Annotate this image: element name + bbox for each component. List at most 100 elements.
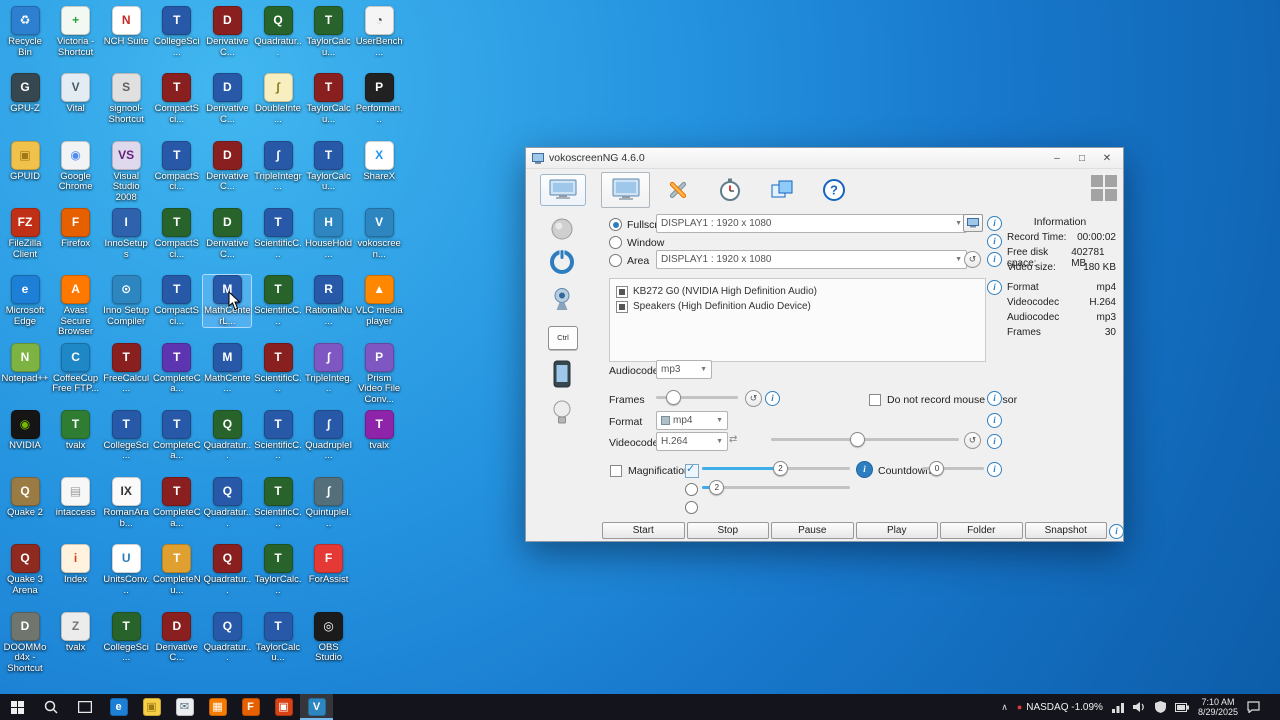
frames-reset-button[interactable]: ↺ (745, 390, 762, 407)
desktop-icon-recycle-bin[interactable]: ♻Recycle Bin (1, 6, 49, 58)
desktop-icon-quadrature-calculator[interactable]: QQuadratur... (203, 410, 251, 462)
desktop-icon-freecalculus[interactable]: TFreeCalcul... (102, 343, 150, 395)
desktop-icon-firefox[interactable]: FFirefox (52, 208, 100, 250)
desktop-icon-visual-studio-2008[interactable]: VSVisual Studio 2008 (102, 141, 150, 204)
desktop-icon-avast-secure-browser[interactable]: AAvast Secure Browser (52, 275, 100, 338)
taskbar-app-app-orange[interactable]: ▦ (201, 694, 234, 720)
start-button[interactable]: Start (602, 522, 685, 539)
desktop-icon-intaccess[interactable]: ▤intaccess (52, 477, 100, 519)
format-select[interactable]: mp4▼ (656, 411, 728, 430)
desktop-icon-derivative-calculator[interactable]: DDerivativeC... (203, 141, 251, 193)
desktop-icon-victoria[interactable]: +Victoria -Shortcut (52, 6, 100, 58)
audio-device-checkbox[interactable] (616, 301, 628, 313)
desktop-icon-taylor-calculator[interactable]: TTaylorCalcu... (254, 612, 302, 664)
videocodec-reset-button[interactable]: ↺ (964, 432, 981, 449)
desktop-icon-triple-integral-calc[interactable]: ∫TripleInteg... (305, 343, 353, 395)
desktop-icon-google-chrome[interactable]: ◉Google Chrome (52, 141, 100, 193)
sidebar-sphere-icon[interactable] (551, 218, 573, 243)
desktop-icon-quintuple-integral-calc[interactable]: ∫QuintupleI... (305, 477, 353, 529)
desktop-icon-coffeecup-free-ftp[interactable]: CCoffeeCup Free FTP... (52, 343, 100, 395)
desktop-icon-scientific-calculator[interactable]: TScientificC... (254, 410, 302, 462)
desktop-icon-compact-scientific-calc[interactable]: TCompactSci... (153, 275, 201, 327)
frames-slider[interactable] (656, 390, 738, 405)
desktop-icon-scientific-calculator[interactable]: TScientificC... (254, 275, 302, 327)
desktop-icon-complete-calculator[interactable]: TCompleteCa... (153, 343, 201, 395)
fullscreen-radio[interactable] (609, 218, 622, 231)
desktop-icon-tvalx-green[interactable]: Ttvalx (52, 410, 100, 452)
sidebar-smartphone-icon[interactable] (553, 360, 571, 391)
screen-preview-button[interactable] (963, 214, 983, 232)
videocodec-slider-handle[interactable] (850, 432, 865, 447)
window-radio[interactable] (609, 236, 622, 249)
desktop-icon-derivative-calculator[interactable]: DDerivativeC... (203, 6, 251, 58)
videocodec-quality-slider[interactable] (771, 432, 959, 447)
pause-button[interactable]: Pause (771, 522, 854, 539)
magnification-enabled-checkbox[interactable] (685, 464, 699, 478)
window-info-icon[interactable]: i (987, 234, 1002, 249)
frames-slider-handle[interactable] (666, 390, 681, 405)
taskbar-search-button[interactable] (34, 694, 68, 720)
tray-battery-icon[interactable] (1175, 703, 1189, 712)
snapshot-button[interactable]: Snapshot (1025, 522, 1108, 539)
area-reset-button[interactable]: ↺ (964, 251, 981, 268)
sidebar-ctrl-key-icon[interactable]: Ctrl (548, 326, 578, 350)
tray-speaker-icon[interactable] (1133, 701, 1146, 713)
desktop-icon-quadrature-calculator[interactable]: QQuadratur... (203, 477, 251, 529)
tab-help[interactable]: ? (809, 172, 858, 208)
format-info-icon[interactable]: i (987, 413, 1002, 428)
taskbar-app-app-red[interactable]: ▣ (267, 694, 300, 720)
desktop-icon-prism-video-converter[interactable]: PPrism Video File Conv... (355, 343, 403, 406)
desktop-icon-tvalx-zip[interactable]: Ztvalx (52, 612, 100, 654)
desktop-icon-nvidia[interactable]: ◉NVIDIA (1, 410, 49, 452)
sidebar-power-icon[interactable] (548, 248, 576, 279)
desktop-icon-quake-3-arena[interactable]: QQuake 3 Arena (1, 544, 49, 596)
desktop-icon-quadrature-calculator[interactable]: QQuadratur... (203, 544, 251, 596)
desktop-icon-college-scientific-calc[interactable]: TCollegeSci... (153, 6, 201, 58)
folder-button[interactable]: Folder (940, 522, 1023, 539)
area-radio[interactable] (609, 254, 622, 267)
desktop-icon-signool[interactable]: Ssignool- Shortcut (102, 73, 150, 125)
audio-info-icon[interactable]: i (987, 280, 1002, 295)
taskbar-app-file-explorer[interactable]: ▣ (135, 694, 168, 720)
desktop-icon-inno-setup-compiler[interactable]: ⊙Inno Setup Compiler (102, 275, 150, 327)
desktop-icon-index[interactable]: iIndex (52, 544, 100, 586)
tab-screen[interactable] (601, 172, 650, 208)
desktop-icon-performance-monitor[interactable]: PPerforman... (355, 73, 403, 125)
desktop-icon-taylor-calculator[interactable]: TTaylorCalcu... (305, 6, 353, 58)
desktop-icon-triple-integral-calc[interactable]: ∫TripleIntegr... (254, 141, 302, 193)
magnification-slider-handle[interactable]: 2 (773, 461, 788, 476)
tab-timer[interactable] (705, 172, 754, 208)
desktop-icon-college-scientific-calc[interactable]: TCollegeSci... (102, 612, 150, 664)
magnification-checkbox[interactable] (610, 465, 622, 477)
tray-network-icon[interactable] (1112, 702, 1124, 713)
desktop-icon-userbenchmark[interactable]: ◔UserBench... (355, 6, 403, 58)
desktop-icon-obs-studio[interactable]: ◎OBS Studio (305, 612, 353, 664)
buttons-info-icon[interactable]: i (1109, 524, 1124, 539)
stock-ticker[interactable]: ● NASDAQ -1.09% (1017, 702, 1103, 713)
desktop-icon-gpuid-folder[interactable]: ▣GPUID (1, 141, 49, 183)
desktop-icon-complete-calculator[interactable]: TCompleteCa... (153, 410, 201, 462)
no-cursor-info-icon[interactable]: i (987, 391, 1002, 406)
desktop-icon-tvalx-purple[interactable]: Ttvalx (355, 410, 403, 452)
desktop-icon-innosetups[interactable]: IInnoSetups (102, 208, 150, 260)
display-select-area[interactable]: DISPLAY1 : 1920 x 1080▼ (656, 250, 967, 269)
desktop-icon-complete-number-calc[interactable]: TCompleteNu... (153, 544, 201, 596)
desktop-icon-complete-calculator[interactable]: TCompleteCa... (153, 477, 201, 529)
desktop-icon-vokoscreen[interactable]: Vvokoscreen... (355, 208, 403, 260)
stop-button[interactable]: Stop (687, 522, 770, 539)
fullscreen-info-icon[interactable]: i (987, 216, 1002, 231)
taskbar-clock[interactable]: 7:10 AM 8/29/2025 (1198, 697, 1238, 718)
play-button[interactable]: Play (856, 522, 939, 539)
no-cursor-checkbox[interactable] (869, 394, 881, 406)
taskbar-app-vokoscreen[interactable]: V (300, 694, 333, 720)
desktop-icon-roman-arabic[interactable]: IXRomanArab... (102, 477, 150, 529)
desktop-icon-college-scientific-calc[interactable]: TCollegeSci... (102, 410, 150, 462)
minimize-button[interactable]: – (1047, 153, 1067, 164)
sidebar-lightbulb-icon[interactable] (552, 400, 572, 429)
close-button[interactable]: ✕ (1097, 153, 1117, 164)
frames-info-icon[interactable]: i (765, 391, 780, 406)
desktop-icon-units-converter[interactable]: UUnitsConv... (102, 544, 150, 596)
desktop-icon-taylor-calculator[interactable]: TTaylorCalcu... (305, 73, 353, 125)
taskbar-app-mail[interactable]: ✉ (168, 694, 201, 720)
videocodec-select[interactable]: H.264▼ (656, 432, 728, 451)
